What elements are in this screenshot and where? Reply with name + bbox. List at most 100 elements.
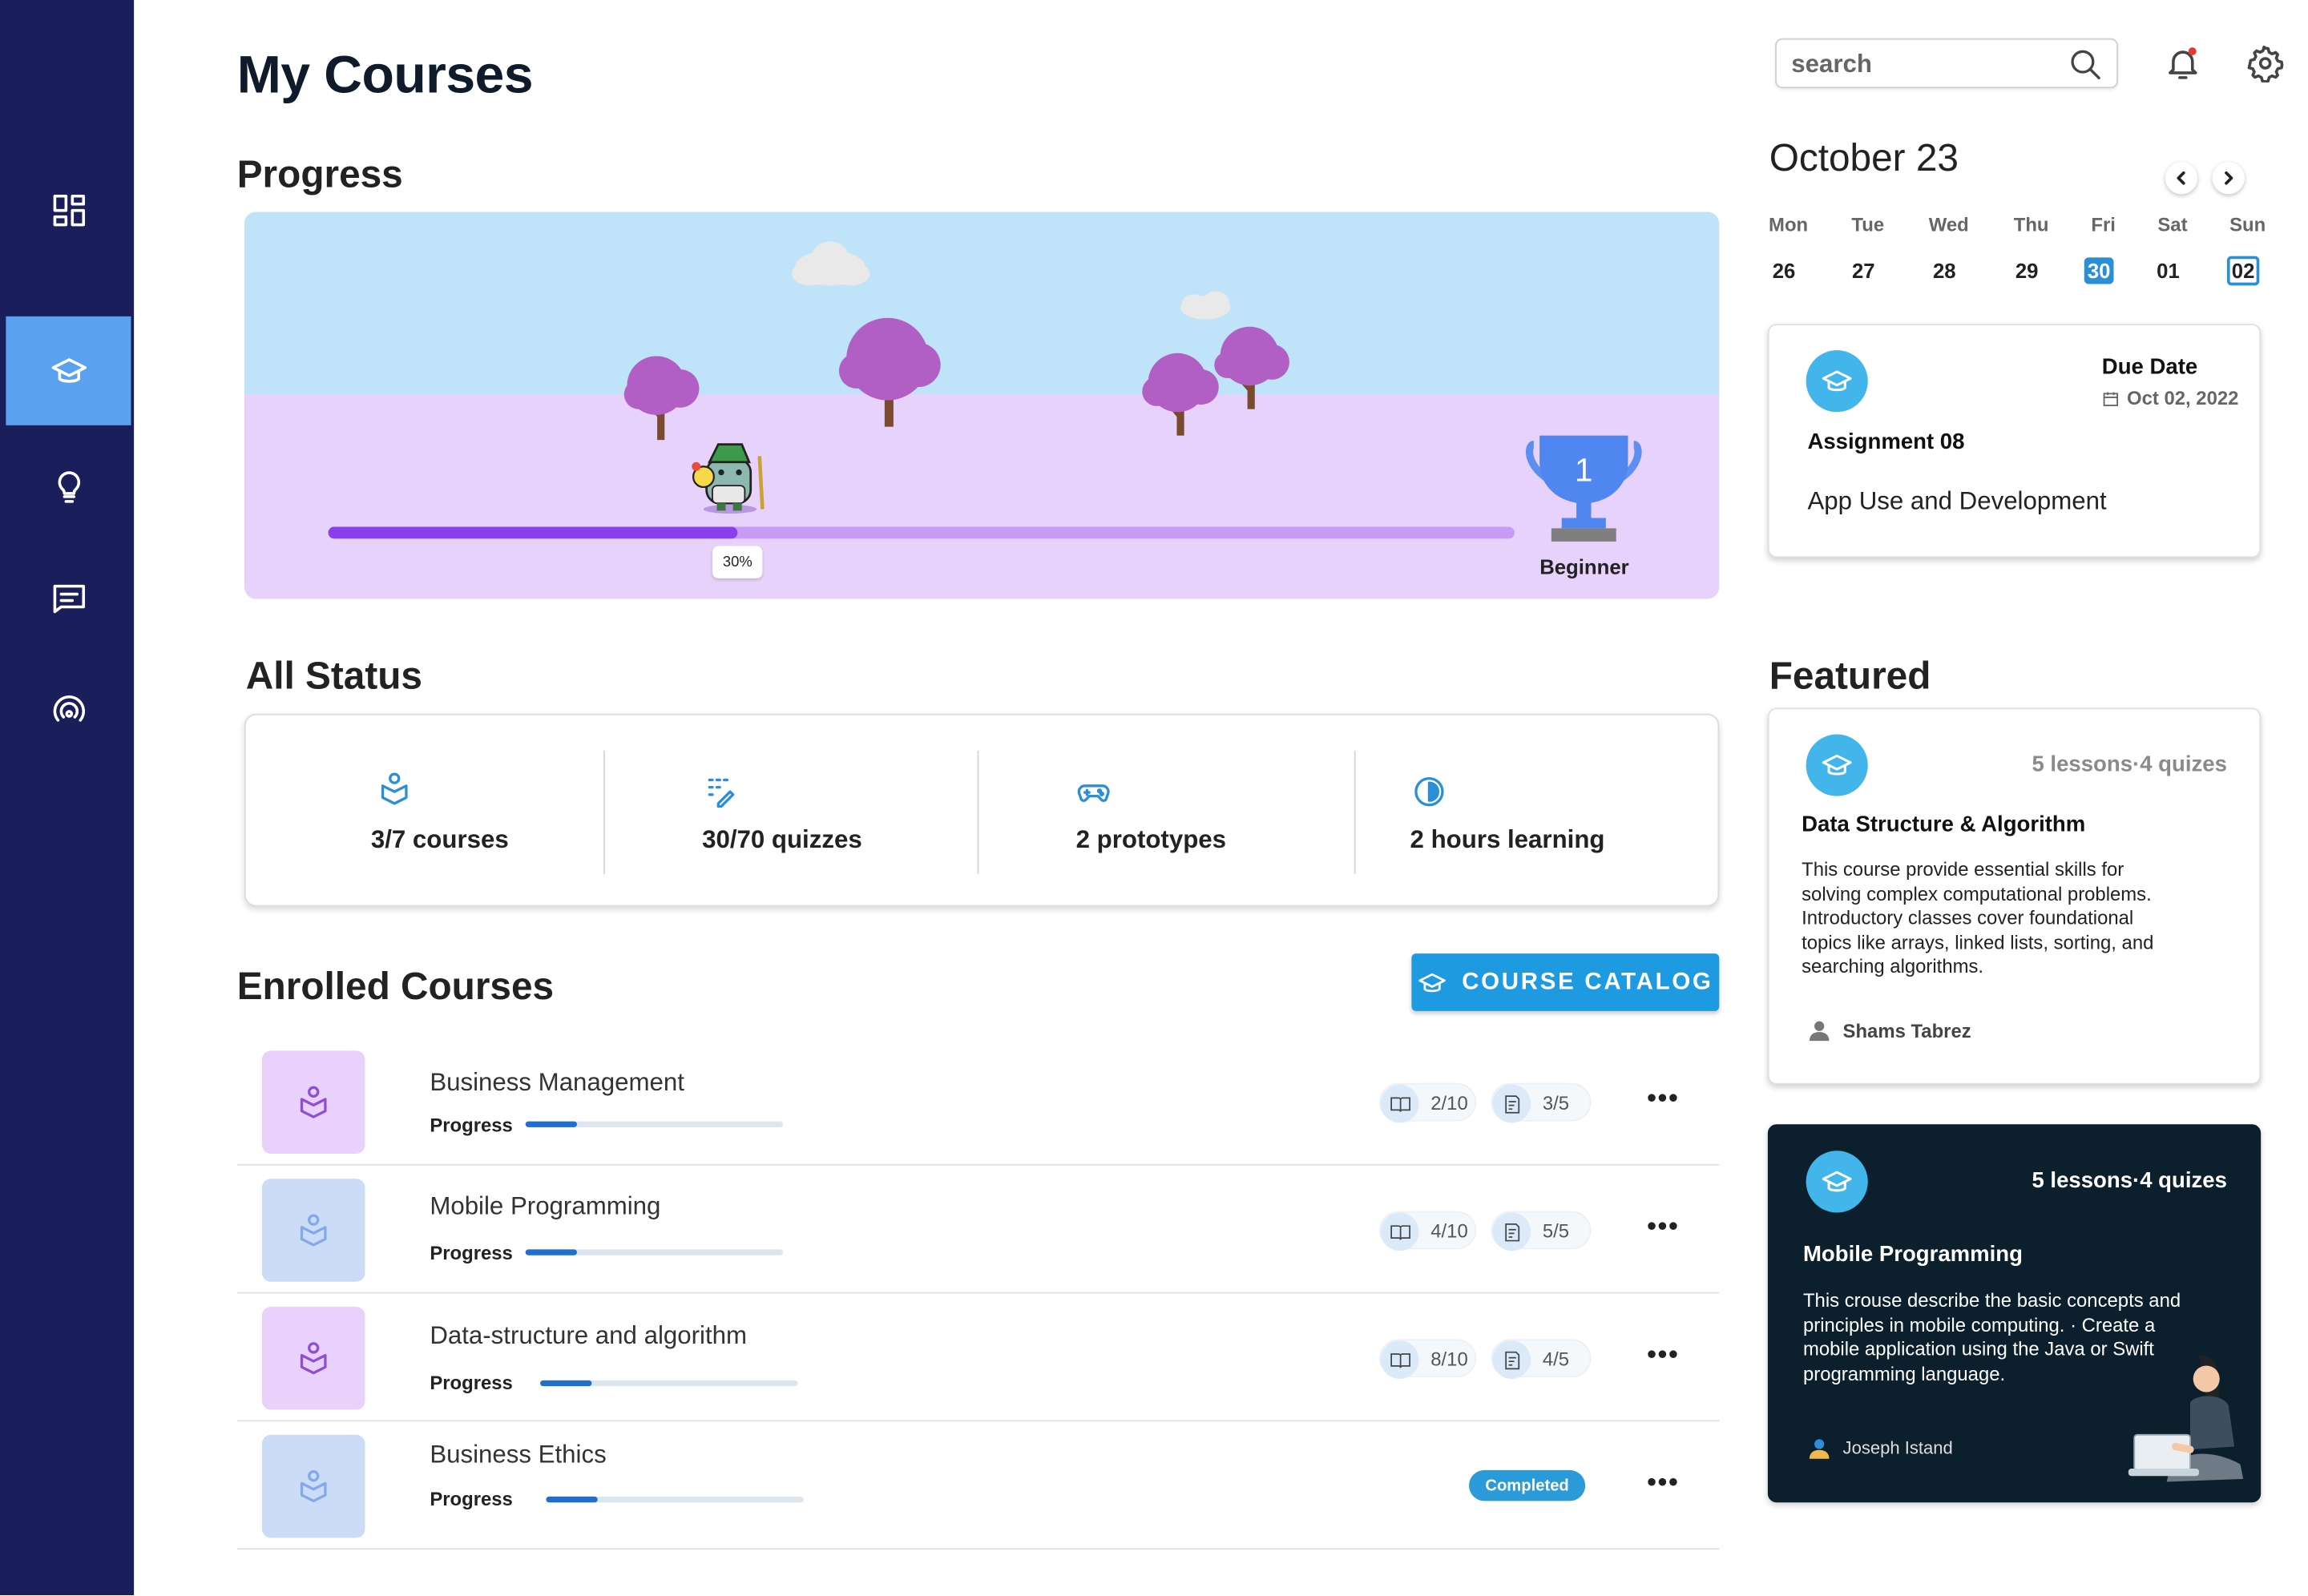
calendar-day-name: Tue <box>1851 213 1885 236</box>
course-title[interactable]: Mobile Programming <box>430 1192 660 1222</box>
calendar-day[interactable]: 27 <box>1834 259 1893 282</box>
calendar-day[interactable]: 02 <box>2213 256 2272 286</box>
calendar-day[interactable]: 26 <box>1754 259 1813 282</box>
assignment-card[interactable]: Due Date Oct 02, 2022 Assignment 08 App … <box>1767 324 2262 558</box>
featured-course-title: Mobile Programming <box>1802 1242 2023 1268</box>
gear-icon[interactable] <box>2246 44 2285 90</box>
quiz-sheet-icon <box>1492 1212 1531 1251</box>
cloud-icon <box>1180 291 1231 320</box>
app-root: My Courses Progress 1 30% Beginner All S… <box>0 0 2308 1595</box>
calendar-day[interactable]: 30 <box>2069 257 2128 284</box>
status-courses: 3/7 courses <box>246 715 603 907</box>
calendar-prev-button[interactable] <box>2165 162 2198 195</box>
course-progress-label: Progress <box>430 1487 513 1510</box>
gamepad-icon <box>1077 784 1110 802</box>
course-progress-bar <box>525 1249 784 1255</box>
course-row[interactable]: Business Ethics Progress Completed ••• <box>236 1421 1720 1550</box>
user-icon <box>1809 1439 1830 1459</box>
course-title[interactable]: Business Management <box>430 1068 684 1098</box>
course-progress-fill <box>546 1496 598 1503</box>
progress-level: Beginner <box>1539 554 1629 578</box>
calendar-day[interactable]: 28 <box>1915 259 1974 282</box>
assignment-icon <box>1806 350 1868 413</box>
course-icon <box>381 772 408 805</box>
trophy-icon: 1 <box>1526 435 1642 542</box>
status-title: All Status <box>245 653 422 698</box>
chevron-right-icon <box>2225 171 2233 185</box>
featured-card-dsa[interactable]: 5 lessons·4 quizes Data Structure & Algo… <box>1767 707 2262 1085</box>
sidebar-item-ideas[interactable] <box>6 433 131 542</box>
sidebar <box>0 0 135 1595</box>
sidebar-item-courses[interactable] <box>6 316 131 425</box>
course-thumbnail <box>261 1179 365 1282</box>
course-row[interactable]: Mobile Programming Progress 4/10 5/5 ••• <box>236 1166 1720 1294</box>
course-thumbnail <box>261 1050 365 1154</box>
calendar-month-title: October 23 <box>1769 135 1959 180</box>
tree-icon <box>623 356 700 441</box>
search-icon[interactable] <box>2068 47 2104 90</box>
calendar-day-name: Wed <box>1928 213 1969 236</box>
calendar-day-name: Sun <box>2229 213 2266 236</box>
clock-icon <box>1414 776 1444 807</box>
course-thumbnail <box>261 1306 365 1410</box>
course-title[interactable]: Business Ethics <box>430 1441 606 1470</box>
featured-author: Shams Tabrez <box>1807 1018 1971 1042</box>
course-progress-fill <box>525 1121 577 1127</box>
more-options-button[interactable]: ••• <box>1647 1339 1679 1370</box>
featured-card-mobile[interactable]: 5 lessons·4 quizes Mobile Programming Th… <box>1767 1124 2262 1503</box>
book-icon <box>1380 1340 1419 1379</box>
course-title[interactable]: Data-structure and algorithm <box>430 1321 747 1351</box>
tree-icon <box>1142 353 1219 436</box>
completed-badge: Completed <box>1469 1469 1586 1501</box>
course-progress-fill <box>540 1380 592 1387</box>
mascot-icon <box>692 443 765 514</box>
quiz-sheet-icon <box>1492 1084 1531 1123</box>
calendar-day-name: Fri <box>2091 213 2116 236</box>
course-row[interactable]: Data-structure and algorithm Progress 8/1… <box>236 1293 1720 1422</box>
user-icon <box>1809 1021 1830 1042</box>
lessons-chip: 2/10 <box>1378 1082 1477 1123</box>
chat-icon <box>52 584 85 614</box>
lessons-chip: 4/10 <box>1378 1211 1477 1251</box>
featured-title: Featured <box>1769 653 1931 698</box>
cloud-icon <box>792 241 870 286</box>
sidebar-item-live[interactable] <box>6 658 131 767</box>
dashboard-icon <box>52 194 85 227</box>
lessons-chip: 8/10 <box>1378 1339 1477 1379</box>
status-card: 3/7 courses 30/70 quizzes 2 prototypes 2… <box>244 713 1720 907</box>
graduation-cap-icon <box>50 358 87 383</box>
sidebar-item-dashboard[interactable] <box>6 156 131 265</box>
broadcast-icon <box>52 695 85 722</box>
quiz-icon <box>708 778 735 808</box>
enrolled-title: Enrolled Courses <box>236 964 555 1009</box>
bell-icon[interactable] <box>2164 44 2202 90</box>
more-options-button[interactable]: ••• <box>1647 1083 1679 1114</box>
graduation-cap-icon <box>1418 972 1447 992</box>
due-date: Oct 02, 2022 <box>2102 387 2238 409</box>
course-progress-bar <box>546 1496 804 1503</box>
graduation-cap-icon <box>1822 370 1852 392</box>
more-options-button[interactable]: ••• <box>1647 1211 1679 1243</box>
graduation-cap-icon <box>1822 1171 1852 1192</box>
course-catalog-button[interactable]: COURSE CATALOG <box>1411 953 1720 1011</box>
course-icon <box>300 1470 327 1503</box>
search-input[interactable] <box>1791 48 2064 82</box>
due-date-label: Due Date <box>2101 354 2198 380</box>
progress-title: Progress <box>236 151 403 196</box>
sidebar-item-messages[interactable] <box>6 545 131 654</box>
course-icon <box>300 1214 327 1247</box>
calendar-icon <box>2103 391 2119 406</box>
lightbulb-icon <box>57 471 80 503</box>
status-quizzes: 30/70 quizzes <box>603 715 978 907</box>
course-row[interactable]: Business Management Progress 2/10 3/5 ••• <box>236 1038 1720 1166</box>
quizzes-chip: 4/5 <box>1491 1339 1592 1379</box>
calendar-day[interactable]: 29 <box>1997 259 2056 282</box>
course-icon <box>300 1086 327 1118</box>
calendar-day[interactable]: 01 <box>2139 259 2197 282</box>
tree-icon <box>1214 326 1289 409</box>
calendar-next-button[interactable] <box>2212 162 2245 195</box>
course-icon <box>300 1342 327 1375</box>
scene-decor: 1 <box>328 241 1642 542</box>
more-options-button[interactable]: ••• <box>1647 1467 1679 1498</box>
progress-scene: 1 30% Beginner <box>244 212 1720 599</box>
